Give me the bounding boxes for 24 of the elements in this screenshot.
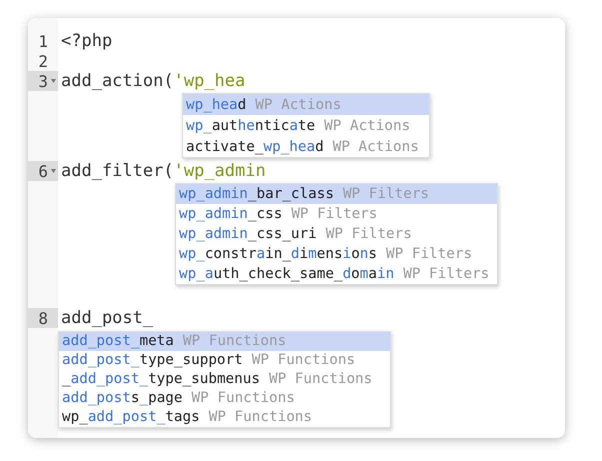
code-line: add_action('wp_hea: [60, 71, 246, 91]
suggestion-item[interactable]: wp_admin_bar_class WP Filters: [176, 184, 498, 204]
fold-arrow-icon[interactable]: [51, 169, 56, 173]
code-line: add_filter('wp_admin: [60, 161, 266, 181]
line-number: 3: [28, 71, 58, 91]
line-number: 8: [28, 308, 58, 328]
fold-arrow-icon[interactable]: [51, 79, 56, 83]
suggestion-item[interactable]: wp_constrain_dimensions WP Filters: [176, 244, 498, 264]
code-line: add_post_: [60, 308, 154, 328]
suggestion-item[interactable]: add_posts_page WP Functions: [59, 388, 390, 408]
suggestion-item[interactable]: _add_post_type_submenus WP Functions: [59, 370, 390, 388]
suggestion-item[interactable]: wp_authenticate WP Actions: [183, 115, 429, 136]
line-number: 1: [37, 31, 49, 51]
suggestion-item[interactable]: wp_auth_check_same_domain WP Filters: [176, 264, 498, 284]
suggestion-item[interactable]: wp_head WP Actions: [183, 94, 429, 115]
suggestion-item[interactable]: wp_admin_css WP Filters: [176, 204, 498, 224]
suggestion-item[interactable]: add_post_meta WP Functions: [59, 332, 390, 350]
line-number: 2: [37, 51, 49, 71]
suggestion-item[interactable]: add_post_type_support WP Functions: [59, 350, 390, 370]
suggestion-item[interactable]: wp_admin_css_uri WP Filters: [176, 224, 498, 244]
suggestion-item[interactable]: wp_add_post_tags WP Functions: [59, 408, 390, 426]
code-line: <?php: [60, 31, 112, 51]
suggestion-item[interactable]: activate_wp_head WP Actions: [183, 136, 429, 157]
line-number: 6: [28, 161, 58, 181]
